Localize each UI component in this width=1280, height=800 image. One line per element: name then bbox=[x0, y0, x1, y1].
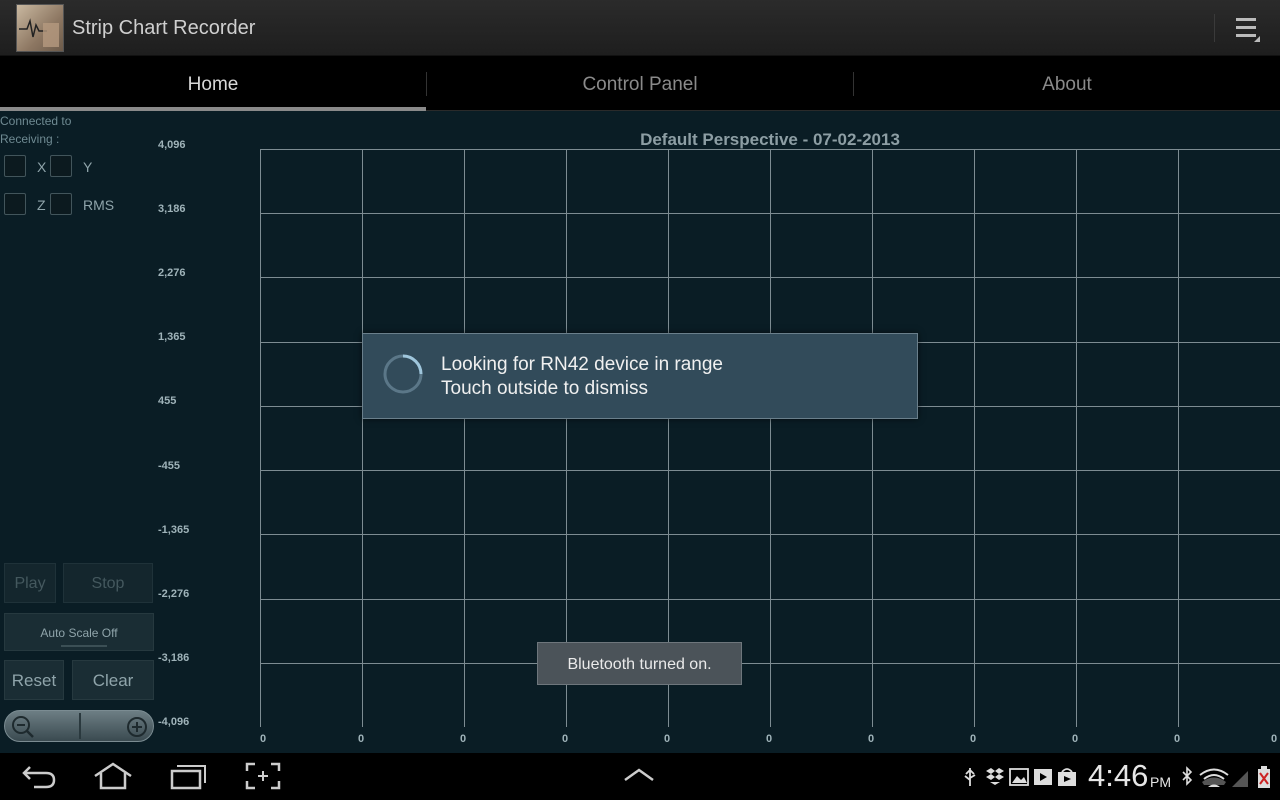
auto-scale-label: Auto Scale Off bbox=[40, 626, 118, 640]
recent-apps-icon[interactable] bbox=[168, 761, 208, 791]
app-logo[interactable] bbox=[16, 4, 64, 52]
stop-button[interactable]: Stop bbox=[63, 563, 153, 603]
y-tick-label: -1,365 bbox=[158, 524, 190, 536]
y-tick-label: 3,186 bbox=[158, 203, 186, 215]
menu-overflow-icon[interactable] bbox=[1234, 16, 1260, 42]
gallery-icon bbox=[1009, 768, 1029, 786]
y-tick-label: -4,096 bbox=[158, 716, 190, 728]
signal-icon bbox=[1232, 771, 1248, 787]
loading-spinner-icon bbox=[383, 354, 423, 394]
x-tick-label: 0 bbox=[1072, 733, 1079, 745]
reset-button[interactable]: Reset bbox=[4, 660, 64, 700]
status-clock[interactable]: 4:46 bbox=[1088, 758, 1148, 794]
status-ampm: PM bbox=[1150, 774, 1171, 790]
tab-home[interactable]: Home bbox=[0, 56, 426, 111]
system-nav-bar: 4:46 PM bbox=[0, 753, 1280, 800]
back-icon[interactable] bbox=[20, 761, 58, 791]
home-icon[interactable] bbox=[92, 761, 134, 791]
play-store-icon bbox=[1034, 769, 1052, 785]
zoom-divider bbox=[79, 713, 81, 739]
shopping-bag-icon bbox=[1058, 768, 1076, 786]
action-bar-divider bbox=[1214, 14, 1215, 42]
tab-bar: Home Control Panel About bbox=[0, 56, 1280, 111]
x-tick-label: 0 bbox=[1174, 733, 1181, 745]
progress-dialog[interactable]: Looking for RN42 device in range Touch o… bbox=[362, 333, 918, 419]
x-tick-label: 0 bbox=[460, 733, 467, 745]
dialog-hint: Touch outside to dismiss bbox=[441, 378, 648, 399]
checkbox-y[interactable] bbox=[50, 155, 72, 177]
x-tick-label: 0 bbox=[970, 733, 977, 745]
x-tick-label: 0 bbox=[1271, 733, 1278, 745]
checkbox-rms[interactable] bbox=[50, 193, 72, 215]
chevron-up-icon[interactable] bbox=[622, 767, 656, 783]
screenshot-icon[interactable] bbox=[244, 761, 282, 791]
y-tick-label: 2,276 bbox=[158, 267, 186, 279]
action-bar: Strip Chart Recorder bbox=[0, 0, 1280, 56]
clear-button[interactable]: Clear bbox=[72, 660, 154, 700]
bluetooth-icon bbox=[1182, 766, 1193, 786]
checkbox-rms-label: RMS bbox=[83, 197, 115, 213]
zoom-control bbox=[4, 710, 154, 742]
toggle-indicator bbox=[61, 645, 107, 647]
notification-icons[interactable] bbox=[960, 766, 1080, 788]
y-tick-label: -455 bbox=[158, 460, 181, 472]
checkbox-x[interactable] bbox=[4, 155, 26, 177]
checkbox-z[interactable] bbox=[4, 193, 26, 215]
toast-message: Bluetooth turned on. bbox=[537, 642, 742, 685]
x-tick-label: 0 bbox=[358, 733, 365, 745]
x-tick-label: 0 bbox=[766, 733, 773, 745]
checkbox-z-label: Z bbox=[37, 197, 46, 213]
play-button[interactable]: Play bbox=[4, 563, 56, 603]
x-tick-label: 0 bbox=[868, 733, 875, 745]
usb-icon bbox=[964, 768, 976, 786]
battery-icon bbox=[1258, 766, 1270, 788]
dropbox-icon bbox=[986, 768, 1004, 785]
connected-label: Connected to bbox=[0, 114, 72, 128]
checkbox-x-label: X bbox=[37, 159, 47, 175]
status-icons[interactable] bbox=[1178, 765, 1276, 789]
x-tick-label: 0 bbox=[562, 733, 569, 745]
chart-title: Default Perspective - 07-02-2013 bbox=[640, 130, 900, 149]
checkbox-y-label: Y bbox=[83, 159, 93, 175]
tab-about[interactable]: About bbox=[854, 56, 1280, 111]
zoom-out-icon[interactable] bbox=[11, 715, 35, 739]
dialog-message: Looking for RN42 device in range bbox=[441, 354, 724, 375]
y-tick-label: -3,186 bbox=[158, 652, 190, 664]
app-title: Strip Chart Recorder bbox=[72, 17, 256, 39]
wifi-icon bbox=[1199, 768, 1229, 787]
y-tick-label: 4,096 bbox=[158, 139, 186, 151]
auto-scale-button[interactable]: Auto Scale Off bbox=[4, 613, 154, 651]
y-tick-label: 455 bbox=[158, 395, 177, 407]
x-tick-label: 0 bbox=[260, 733, 267, 745]
y-tick-label: 1,365 bbox=[158, 331, 186, 343]
y-tick-label: -2,276 bbox=[158, 588, 190, 600]
tab-control-panel[interactable]: Control Panel bbox=[427, 56, 853, 111]
chart-grid bbox=[260, 149, 1280, 727]
x-tick-label: 0 bbox=[664, 733, 671, 745]
receiving-label: Receiving : bbox=[0, 132, 60, 146]
zoom-in-icon[interactable] bbox=[125, 715, 149, 739]
